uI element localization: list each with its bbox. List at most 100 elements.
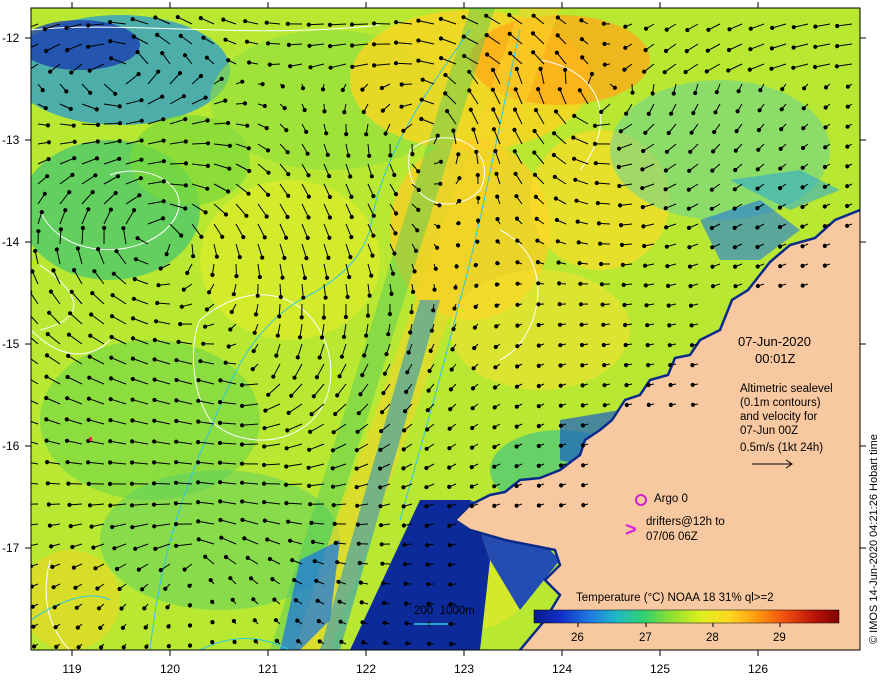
velocity-arrow-head [27,312,30,315]
velocity-arrow-head [514,444,519,449]
velocity-arrow-head [328,65,333,70]
velocity-arrow-head [234,274,239,279]
velocity-arrow-head [710,264,715,269]
velocity-arrow-head [138,176,143,181]
velocity-arrow-head [536,363,541,368]
argo-label: Argo 0 [654,493,688,505]
velocity-arrow-head [687,264,693,269]
altimetry-note-line: 07-Jun 00Z [740,425,799,437]
velocity-arrow-head [304,129,309,134]
velocity-arrow-head [266,41,271,46]
velocity-arrow-head [642,263,648,268]
velocity-arrow-head [451,327,456,332]
velocity-arrow-head [533,108,539,113]
velocity-arrow-head [392,251,397,256]
velocity-arrow-head [598,241,603,246]
velocity-arrow-head [470,406,475,411]
velocity-arrow-head [244,213,249,218]
velocity-arrow-head [26,69,29,72]
velocity-arrow-head [64,417,69,422]
velocity-arrow-head [357,560,362,566]
velocity-arrow-head [240,79,245,84]
velocity-arrow-head [88,90,93,95]
velocity-arrow-head [102,225,107,231]
temperature-colorbar [533,609,840,624]
velocity-arrow-head [778,283,783,288]
velocity-arrow-head [301,295,306,300]
velocity-arrow-head [108,418,113,423]
velocity-arrow-head [533,194,539,199]
velocity-arrow-head [663,206,668,211]
velocity-arrow-head [280,84,285,89]
velocity-arrow-head [112,546,117,551]
velocity-arrow-head [284,235,289,240]
velocity-arrow-head [117,104,122,109]
velocity-arrow-head [203,210,208,215]
velocity-arrow-head [109,355,114,360]
velocity-arrow-head [791,45,796,50]
velocity-arrow-head [563,67,568,72]
velocity-arrow-head [135,236,140,241]
velocity-arrow-head [240,499,245,504]
velocity-arrow-head [262,103,267,109]
velocity-arrow-head [384,352,389,357]
velocity-arrow-head [129,481,135,486]
velocity-arrow-head [493,149,498,154]
velocity-arrow-head [690,402,696,407]
velocity-arrow-head [515,302,520,307]
drifter-marker[interactable]: > [625,519,637,541]
velocity-arrow-head [350,64,355,70]
velocity-arrow-head [644,303,649,308]
velocity-arrow-head [239,442,245,447]
velocity-arrow-head [348,174,353,179]
velocity-arrow-head [469,465,474,470]
velocity-arrow-head [531,13,536,18]
velocity-arrow-head [45,460,50,465]
velocity-arrow-head [130,418,135,423]
velocity-arrow-head [378,504,383,509]
velocity-arrow-head [161,179,166,184]
velocity-arrow-head [425,543,430,548]
velocity-arrow-head [165,605,170,610]
velocity-arrow-head [686,225,692,230]
velocity-arrow-head [89,312,94,317]
velocity-arrow-head [289,393,294,398]
velocity-arrow-head [54,247,59,252]
velocity-arrow-head [46,502,51,507]
velocity-arrow-head [536,483,542,488]
velocity-arrow-head [240,403,245,408]
velocity-arrow-head [555,239,560,244]
velocity-arrow-head [371,21,377,26]
velocity-arrow-head [355,522,360,527]
velocity-arrow-head [308,65,313,70]
velocity-arrow-head [244,39,250,44]
velocity-arrow-head [196,537,201,542]
velocity-arrow-head [600,302,605,307]
velocity-arrow-head [555,33,560,38]
depth-legend-label: 200 1000m [414,605,475,617]
velocity-arrow-head [183,139,188,144]
velocity-arrow-head [557,302,562,307]
velocity-arrow-head [94,107,99,112]
velocity-arrow-head [592,123,598,128]
velocity-arrow-head [65,374,70,380]
velocity-arrow-head [710,284,716,289]
velocity-arrow-head [777,244,783,249]
velocity-arrow-head [456,243,461,248]
velocity-arrow-head [558,403,563,408]
velocity-arrow-head [91,545,96,550]
velocity-arrow-head [69,70,74,75]
velocity-arrow-head [402,409,408,414]
velocity-arrow-head [532,172,538,177]
velocity-arrow-head [263,408,268,413]
velocity-arrow-head [663,187,668,192]
velocity-arrow-head [152,524,157,529]
velocity-arrow-head [492,464,497,469]
velocity-arrow-head [536,281,541,286]
velocity-arrow-head [284,501,289,506]
velocity-arrow-head [51,585,56,590]
velocity-arrow-head [26,482,29,485]
velocity-arrow-head [755,264,760,269]
velocity-arrow-head [295,618,300,623]
velocity-arrow-head [579,18,584,23]
